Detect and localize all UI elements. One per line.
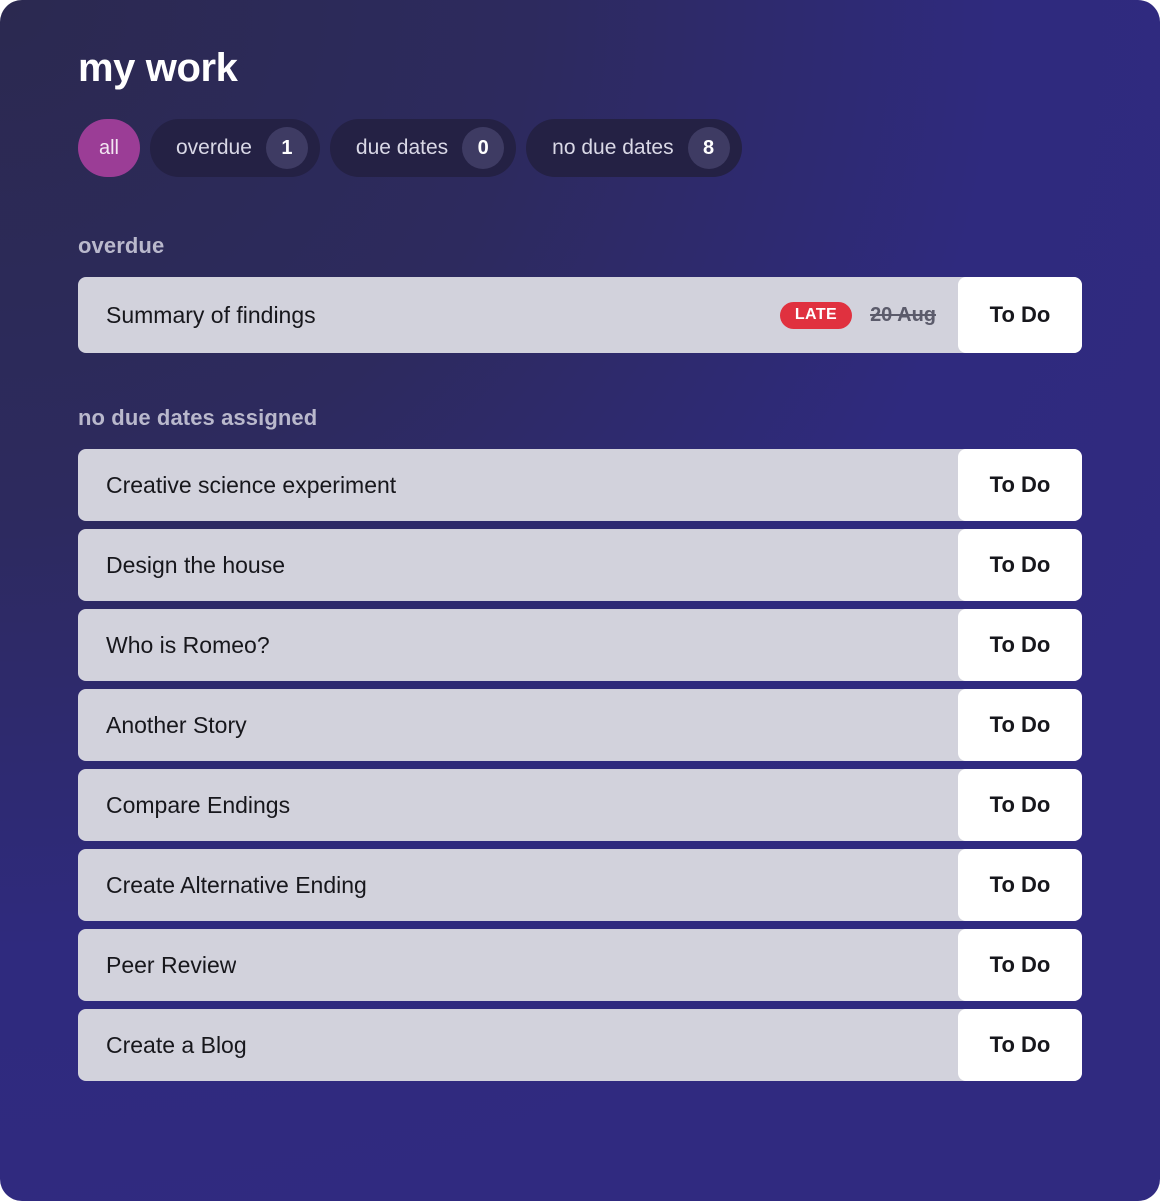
- filter-pill-due-dates[interactable]: due dates 0: [329, 119, 517, 177]
- task-main: Create a Blog: [78, 1009, 958, 1081]
- task-status-button[interactable]: To Do: [958, 929, 1082, 1001]
- task-title: Design the house: [106, 551, 286, 578]
- task-meta: LATE 20 Aug: [779, 277, 958, 353]
- filter-pill-due-dates-count: 0: [462, 127, 505, 169]
- filter-pill-no-due-dates-count: 8: [687, 127, 730, 169]
- task-row[interactable]: Create Alternative Ending To Do: [78, 849, 1082, 921]
- task-main: Create Alternative Ending: [78, 849, 958, 921]
- task-status-button[interactable]: To Do: [958, 609, 1082, 681]
- task-title: Create Alternative Ending: [106, 871, 367, 898]
- filter-pill-all[interactable]: all: [78, 119, 140, 177]
- my-work-panel: my work all overdue 1 due dates 0 no due…: [0, 0, 1160, 1201]
- page-title: my work: [78, 46, 238, 90]
- task-title: Who is Romeo?: [106, 631, 270, 658]
- task-due-date: 20 Aug: [870, 303, 936, 326]
- task-status-button[interactable]: To Do: [958, 769, 1082, 841]
- filter-pill-overdue[interactable]: overdue 1: [150, 119, 320, 177]
- section-heading-no-due-dates: no due dates assigned: [78, 405, 318, 430]
- task-main: Who is Romeo?: [78, 609, 958, 681]
- task-row[interactable]: Summary of findings LATE 20 Aug To Do: [78, 277, 1082, 353]
- task-row[interactable]: Design the house To Do: [78, 529, 1082, 601]
- task-title: Compare Endings: [106, 791, 291, 818]
- task-title: Another Story: [106, 711, 247, 738]
- filter-pill-overdue-label: overdue: [176, 136, 252, 159]
- task-row[interactable]: Create a Blog To Do: [78, 1009, 1082, 1081]
- task-title: Summary of findings: [106, 301, 316, 328]
- filter-bar: all overdue 1 due dates 0 no due dates 8: [78, 119, 1082, 177]
- task-title: Create a Blog: [106, 1031, 247, 1058]
- filter-pill-no-due-dates[interactable]: no due dates 8: [526, 119, 742, 177]
- task-row[interactable]: Peer Review To Do: [78, 929, 1082, 1001]
- task-title: Peer Review: [106, 951, 237, 978]
- task-main: Another Story: [78, 689, 958, 761]
- task-row[interactable]: Who is Romeo? To Do: [78, 609, 1082, 681]
- task-row[interactable]: Creative science experiment To Do: [78, 449, 1082, 521]
- filter-pill-no-due-dates-label: no due dates: [552, 136, 674, 159]
- overdue-task-list: Summary of findings LATE 20 Aug To Do: [78, 277, 1082, 353]
- filter-pill-due-dates-label: due dates: [355, 136, 449, 159]
- no-due-dates-task-list: Creative science experiment To Do Design…: [78, 449, 1082, 1081]
- task-status-button[interactable]: To Do: [958, 1009, 1082, 1081]
- task-main: Design the house: [78, 529, 958, 601]
- filter-pill-all-label: all: [98, 136, 119, 159]
- task-row[interactable]: Compare Endings To Do: [78, 769, 1082, 841]
- task-title: Creative science experiment: [106, 471, 397, 498]
- task-main: Creative science experiment: [78, 449, 958, 521]
- task-status-button[interactable]: To Do: [958, 849, 1082, 921]
- filter-pill-overdue-count: 1: [265, 127, 308, 169]
- task-main: Summary of findings: [78, 277, 780, 353]
- task-status-button[interactable]: To Do: [958, 689, 1082, 761]
- task-status-button[interactable]: To Do: [958, 449, 1082, 521]
- status-badge-late: LATE: [779, 301, 853, 329]
- task-main: Compare Endings: [78, 769, 958, 841]
- task-status-button[interactable]: To Do: [958, 529, 1082, 601]
- task-row[interactable]: Another Story To Do: [78, 689, 1082, 761]
- task-main: Peer Review: [78, 929, 958, 1001]
- task-status-button[interactable]: To Do: [958, 277, 1082, 353]
- section-heading-overdue: overdue: [78, 233, 165, 258]
